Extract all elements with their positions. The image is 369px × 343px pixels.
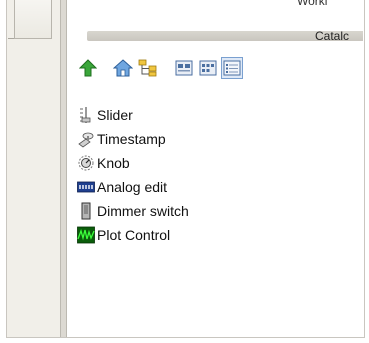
list-item-label: Analog edit bbox=[97, 179, 168, 195]
top-partial-title: Workl bbox=[297, 0, 328, 8]
slider-icon bbox=[80, 107, 91, 123]
home-button[interactable] bbox=[112, 57, 134, 79]
left-panel-line bbox=[8, 38, 14, 39]
home-icon bbox=[113, 59, 133, 77]
list-item-knob[interactable]: Knob bbox=[77, 151, 363, 175]
knob-icon bbox=[78, 155, 94, 171]
list-item-analog-edit[interactable]: Analog edit bbox=[77, 175, 363, 199]
list-view-button[interactable] bbox=[221, 57, 243, 79]
catalog-label: Catalc bbox=[315, 29, 350, 43]
large-icons-view-button[interactable] bbox=[173, 57, 195, 79]
timestamp-icon bbox=[78, 132, 94, 148]
list-item-label: Dimmer switch bbox=[97, 203, 189, 219]
list-item-label: Knob bbox=[97, 155, 130, 171]
tree-button[interactable] bbox=[137, 57, 159, 79]
up-button[interactable] bbox=[77, 57, 99, 79]
small-icons-view-icon bbox=[199, 60, 217, 76]
analog-edit-icon bbox=[77, 181, 95, 193]
catalog-pane: Workl Catalc Slider Timestamp Knob Analo… bbox=[67, 0, 363, 337]
list-item-slider[interactable]: Slider bbox=[77, 103, 363, 127]
catalog-toolbar bbox=[77, 54, 363, 82]
list-view-icon bbox=[223, 60, 241, 76]
list-item-label: Timestamp bbox=[97, 131, 166, 147]
dimmer-switch-icon bbox=[81, 202, 91, 220]
green-up-arrow-icon bbox=[79, 59, 97, 77]
small-icons-view-button[interactable] bbox=[197, 57, 219, 79]
large-icons-view-icon bbox=[175, 60, 193, 76]
plot-control-icon bbox=[77, 226, 95, 244]
list-item-label: Slider bbox=[97, 107, 133, 123]
component-list: Slider Timestamp Knob Analog edit Dimmer… bbox=[77, 103, 363, 247]
list-item-plot-control[interactable]: Plot Control bbox=[77, 223, 363, 247]
tree-icon bbox=[138, 59, 157, 77]
list-item-label: Plot Control bbox=[97, 227, 171, 243]
pane-splitter[interactable] bbox=[60, 0, 67, 337]
list-item-timestamp[interactable]: Timestamp bbox=[77, 127, 363, 151]
left-panel bbox=[7, 0, 62, 337]
left-panel-box bbox=[14, 0, 52, 39]
list-item-dimmer-switch[interactable]: Dimmer switch bbox=[77, 199, 363, 223]
